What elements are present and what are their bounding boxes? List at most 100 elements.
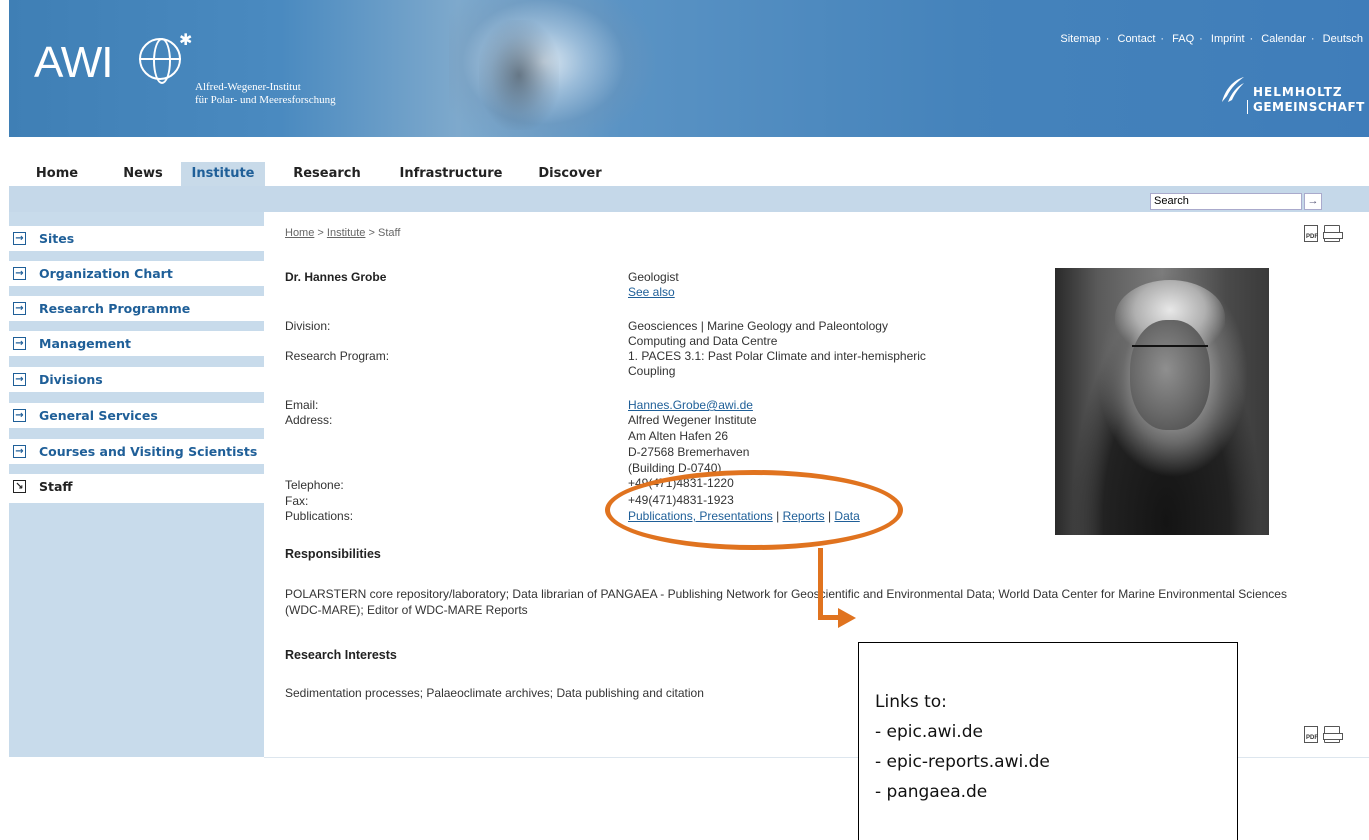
page-tools-bottom: PDF <box>1304 726 1343 746</box>
portrait-face <box>1130 320 1210 430</box>
sitemap-link[interactable]: Sitemap <box>1060 33 1100 45</box>
sidebar-item-divisions[interactable]: → Divisions <box>9 367 264 392</box>
sidebar-item-sites[interactable]: → Sites <box>9 226 264 251</box>
search-input[interactable]: Search <box>1150 193 1302 210</box>
see-also-link[interactable]: See also <box>628 285 675 299</box>
program-value-1: 1. PACES 3.1: Past Polar Climate and int… <box>628 349 926 363</box>
annotation-item-2: - epic-reports.awi.de <box>875 752 1050 772</box>
pdf-icon-label: PDF <box>1306 735 1318 741</box>
division-value-1: Geosciences | Marine Geology and Paleont… <box>628 319 888 333</box>
sidebar-item-label: Courses and Visiting Scientists <box>39 444 258 459</box>
annotation-item-1: - epic.awi.de <box>875 722 983 742</box>
nav-institute[interactable]: Institute <box>181 162 265 186</box>
sidebar-item-management[interactable]: → Management <box>9 331 264 356</box>
sidebar-divider <box>9 499 264 503</box>
annotation-callout: Links to: - epic.awi.de - epic-reports.a… <box>858 642 1238 840</box>
email-label: Email: <box>285 398 319 412</box>
email-link[interactable]: Hannes.Grobe@awi.de <box>628 398 753 412</box>
sidebar-item-label: Organization Chart <box>39 266 173 281</box>
helmholtz-leaf-icon <box>1222 77 1244 102</box>
highlight-ellipse <box>605 470 903 550</box>
arrow-down-right-icon: ↘ <box>13 480 26 493</box>
star-icon: ✱ <box>179 32 193 49</box>
pdf-icon[interactable]: PDF <box>1304 225 1318 242</box>
calendar-link[interactable]: Calendar <box>1261 33 1306 45</box>
program-label: Research Program: <box>285 349 390 363</box>
fax-label: Fax: <box>285 494 309 508</box>
breadcrumb-home[interactable]: Home <box>285 227 314 239</box>
helmholtz-line1: HELMHOLTZ <box>1253 85 1343 99</box>
responsibilities-heading: Responsibilities <box>285 547 381 561</box>
telephone-label: Telephone: <box>285 478 344 492</box>
contact-link[interactable]: Contact <box>1118 33 1156 45</box>
sidebar-item-label: Management <box>39 336 132 351</box>
arrow-head-icon <box>838 608 856 628</box>
sidebar-item-label: Staff <box>39 479 73 494</box>
pdf-icon-label: PDF <box>1306 234 1318 240</box>
annotation-title: Links to: <box>875 692 947 712</box>
publications-label: Publications: <box>285 509 354 523</box>
sidebar-divider <box>9 251 264 260</box>
breadcrumb-separator: > <box>368 227 375 239</box>
globe-logo-icon <box>139 38 181 84</box>
division-label: Division: <box>285 319 331 333</box>
arrow-right-icon: → <box>13 267 26 280</box>
see-also-wrap: See also <box>628 285 675 299</box>
sidebar-item-general-services[interactable]: → General Services <box>9 403 264 428</box>
nav-home[interactable]: Home <box>9 162 105 186</box>
address-line-2: Am Alten Hafen 26 <box>628 429 729 443</box>
breadcrumb-institute[interactable]: Institute <box>327 227 366 239</box>
language-link[interactable]: Deutsch <box>1323 33 1363 45</box>
page-tools-top: PDF <box>1304 225 1343 245</box>
institute-name-line2: für Polar- und Meeresforschung <box>195 94 336 106</box>
research-interests-heading: Research Interests <box>285 648 397 662</box>
search-button[interactable]: → <box>1304 193 1322 210</box>
program-value-2: Coupling <box>628 364 676 378</box>
sidebar: → Sites → Organization Chart → Research Pro… <box>9 212 264 757</box>
annotation-item-3: - pangaea.de <box>875 782 988 802</box>
address-label: Address: <box>285 413 333 427</box>
sidebar-item-organization-chart[interactable]: → Organization Chart <box>9 261 264 286</box>
imprint-link[interactable]: Imprint <box>1211 33 1245 45</box>
nav-news[interactable]: News <box>105 162 181 186</box>
sidebar-item-staff[interactable]: ↘ Staff <box>9 474 264 499</box>
helmholtz-line2: GEMEINSCHAFT <box>1247 100 1365 114</box>
helmholtz-logo[interactable]: HELMHOLTZ GEMEINSCHAFT <box>1219 76 1364 124</box>
institute-name: Alfred-Wegener-Institut für Polar- und M… <box>195 81 336 107</box>
faq-link[interactable]: FAQ <box>1172 33 1194 45</box>
address-line-3: D-27568 Bremerhaven <box>628 445 750 459</box>
awi-logo[interactable]: AWI <box>34 38 113 88</box>
print-icon[interactable] <box>1323 726 1343 743</box>
sidebar-item-courses[interactable]: → Courses and Visiting Scientists <box>9 439 264 464</box>
address-line-1: Alfred Wegener Institute <box>628 413 757 427</box>
sidebar-item-research-programme[interactable]: → Research Programme <box>9 296 264 321</box>
nav-research[interactable]: Research <box>277 162 377 186</box>
staff-name: Dr. Hannes Grobe <box>285 270 387 284</box>
print-icon[interactable] <box>1323 225 1343 242</box>
nav-discover[interactable]: Discover <box>525 162 615 186</box>
site-header: AWI ✱ Alfred-Wegener-Institut für Polar-… <box>9 0 1369 137</box>
arrow-right-icon: → <box>13 337 26 350</box>
breadcrumb: Home > Institute > Staff <box>285 227 400 239</box>
arrow-line-horizontal <box>818 615 840 620</box>
pdf-icon[interactable]: PDF <box>1304 726 1318 743</box>
institute-name-line1: Alfred-Wegener-Institut <box>195 81 301 93</box>
arrow-right-icon: → <box>13 373 26 386</box>
portrait-glasses <box>1132 345 1208 365</box>
arrow-line-vertical <box>818 548 823 620</box>
arrow-right-icon: → <box>13 445 26 458</box>
division-value-2: Computing and Data Centre <box>628 334 778 348</box>
breadcrumb-current: Staff <box>378 227 401 239</box>
arrow-right-icon: → <box>13 232 26 245</box>
nav-infrastructure[interactable]: Infrastructure <box>387 162 515 186</box>
staff-title: Geologist <box>628 270 679 284</box>
top-links: Sitemap · Contact · FAQ · Imprint · Calendar… <box>1060 33 1363 45</box>
email-wrap: Hannes.Grobe@awi.de <box>628 398 753 412</box>
responsibilities-text: POLARSTERN core repository/laboratory; D… <box>285 587 1287 617</box>
sidebar-item-label: Sites <box>39 231 75 246</box>
arrow-right-icon: → <box>13 302 26 315</box>
sidebar-item-label: Research Programme <box>39 301 191 316</box>
header-photo-detail <box>479 20 559 130</box>
sidebar-item-label: General Services <box>39 408 158 423</box>
sidebar-item-label: Divisions <box>39 372 103 387</box>
